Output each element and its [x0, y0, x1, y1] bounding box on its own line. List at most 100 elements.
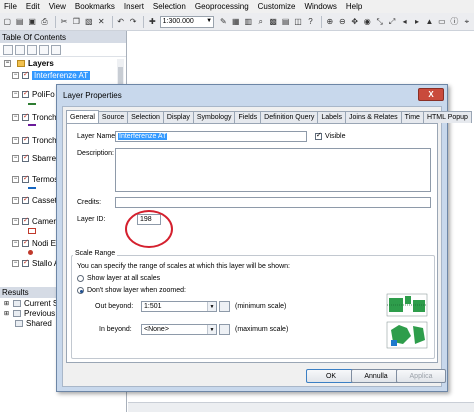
tab-general[interactable]: General	[66, 110, 99, 123]
expand-icon[interactable]: −	[12, 175, 19, 183]
tab-source[interactable]: Source	[97, 111, 129, 123]
redo-icon[interactable]: ↷	[128, 16, 138, 28]
fixed-zoom-in-icon[interactable]: ⤡	[374, 16, 384, 28]
toc-layer-row[interactable]: − Termos	[12, 173, 58, 185]
cut-icon[interactable]: ✂	[59, 16, 69, 28]
save-icon[interactable]: ▣	[27, 16, 37, 28]
layer-visibility-checkbox[interactable]	[22, 135, 29, 144]
list-by-selection-icon[interactable]	[39, 44, 49, 55]
toc-layer-row[interactable]: − Nodi El	[12, 237, 58, 249]
forward-icon[interactable]: ▸	[412, 16, 422, 28]
pan-icon[interactable]: ✥	[350, 16, 360, 28]
editor-icon[interactable]: ✎	[218, 16, 228, 28]
tab-symbology[interactable]: Symbology	[192, 111, 236, 123]
credits-input[interactable]	[115, 197, 431, 208]
layer-name-input[interactable]: Interferenze AT	[115, 131, 307, 142]
ok-button[interactable]: OK	[306, 369, 356, 383]
menu-selection[interactable]: Selection	[153, 2, 186, 11]
menu-insert[interactable]: Insert	[124, 2, 144, 11]
close-button[interactable]: X	[418, 88, 444, 101]
toc-layer-row[interactable]: − Stallo A	[12, 257, 59, 269]
layer-visibility-checkbox[interactable]	[22, 195, 29, 204]
in-beyond-combo[interactable]: <None> ▼	[141, 324, 217, 335]
expand-icon[interactable]: −	[12, 113, 19, 121]
cancel-button[interactable]: Annulla	[351, 369, 401, 383]
layer-visibility-checkbox[interactable]	[22, 112, 29, 121]
menu-windows[interactable]: Windows	[304, 2, 336, 11]
undo-icon[interactable]: ↶	[115, 16, 125, 28]
out-beyond-scale-picker-button[interactable]	[219, 301, 230, 312]
tab-display[interactable]: Display	[162, 111, 194, 123]
dont-show-zoomed-radio[interactable]	[77, 287, 84, 294]
back-icon[interactable]: ◂	[399, 16, 409, 28]
expand-icon[interactable]: −	[12, 154, 19, 162]
menu-view[interactable]: View	[49, 2, 66, 11]
in-beyond-scale-picker-button[interactable]	[219, 324, 230, 335]
toc-group-layers[interactable]: − Layers	[4, 59, 54, 68]
expand-icon[interactable]: −	[12, 196, 19, 204]
layer-visibility-checkbox[interactable]	[22, 153, 29, 162]
list-by-visibility-icon[interactable]	[27, 44, 37, 55]
menu-bookmarks[interactable]: Bookmarks	[75, 2, 115, 11]
toc-layer-row[interactable]: − Camere	[12, 215, 60, 227]
tab-definition-query[interactable]: Definition Query	[260, 111, 319, 123]
apply-button[interactable]: Applica	[396, 369, 446, 383]
help-icon[interactable]: ?	[305, 16, 315, 28]
open-icon[interactable]: ▤	[14, 16, 24, 28]
layer-visibility-checkbox[interactable]	[22, 258, 29, 267]
search-icon[interactable]: ⌕	[255, 16, 265, 28]
expand-icon[interactable]: −	[12, 217, 19, 225]
tab-fields[interactable]: Fields	[234, 111, 262, 123]
delete-icon[interactable]: ✕	[96, 16, 106, 28]
expand-icon[interactable]: ⊞	[4, 300, 9, 307]
toc-layer-row[interactable]: − Tronchi	[12, 111, 58, 123]
new-icon[interactable]: ▢	[2, 16, 12, 28]
menu-customize[interactable]: Customize	[258, 2, 296, 11]
dialog-titlebar[interactable]: Layer Properties	[57, 85, 447, 105]
list-by-drawing-order-icon[interactable]	[3, 44, 13, 55]
identify-icon[interactable]: ⓘ	[449, 16, 459, 28]
expand-icon[interactable]: −	[12, 259, 19, 267]
fixed-zoom-out-icon[interactable]: ⤢	[387, 16, 397, 28]
tab-joins-relates[interactable]: Joins & Relates	[345, 111, 402, 123]
layer-visibility-checkbox[interactable]	[22, 174, 29, 183]
list-by-source-icon[interactable]	[15, 44, 25, 55]
select-icon[interactable]: ▲	[424, 16, 434, 28]
menu-geoprocessing[interactable]: Geoprocessing	[195, 2, 249, 11]
toc-layer-row[interactable]: − PoliFo	[12, 88, 55, 100]
expand-icon[interactable]: −	[12, 71, 19, 79]
modelbuilder-icon[interactable]: ◫	[293, 16, 303, 28]
expand-icon[interactable]: −	[12, 239, 19, 247]
tab-time[interactable]: Time	[400, 111, 424, 123]
clear-selection-icon[interactable]: ▭	[437, 16, 447, 28]
expand-icon[interactable]: ⊞	[4, 310, 9, 317]
table-icon[interactable]: ▦	[231, 16, 241, 28]
layer-visibility-checkbox[interactable]	[22, 216, 29, 225]
expand-icon[interactable]: −	[12, 136, 19, 144]
options-icon[interactable]	[51, 44, 61, 55]
description-textarea[interactable]	[115, 148, 431, 192]
menu-edit[interactable]: Edit	[26, 2, 40, 11]
toc-layer-row[interactable]: − Cassetti	[12, 194, 61, 206]
paste-icon[interactable]: ▧	[84, 16, 94, 28]
out-beyond-combo[interactable]: 1:501 ▼	[141, 301, 217, 312]
map-scale-combo[interactable]: 1:300.000 ▼	[159, 15, 215, 28]
zoom-out-icon[interactable]: ⊖	[337, 16, 347, 28]
visible-checkbox[interactable]	[315, 131, 322, 140]
toc-layer-row[interactable]: − Tronchi	[12, 134, 58, 146]
layer-visibility-checkbox[interactable]	[22, 70, 29, 79]
expand-icon[interactable]: −	[12, 90, 19, 98]
add-data-icon[interactable]: ✚	[147, 16, 157, 28]
collapse-icon[interactable]: −	[4, 60, 11, 67]
show-all-scales-radio[interactable]	[77, 275, 84, 282]
menu-help[interactable]: Help	[346, 2, 362, 11]
toc-layer-row[interactable]: − Interferenze AT	[12, 69, 91, 81]
tab-selection[interactable]: Selection	[127, 111, 164, 123]
find-icon[interactable]: ⌖	[462, 16, 472, 28]
python-icon[interactable]: ▤	[280, 16, 290, 28]
tab-html-popup[interactable]: HTML Popup	[422, 111, 472, 123]
tab-labels[interactable]: Labels	[317, 111, 347, 123]
layer-visibility-checkbox[interactable]	[22, 238, 29, 247]
copy-icon[interactable]: ❐	[71, 16, 81, 28]
print-icon[interactable]: ⎙	[39, 16, 49, 28]
